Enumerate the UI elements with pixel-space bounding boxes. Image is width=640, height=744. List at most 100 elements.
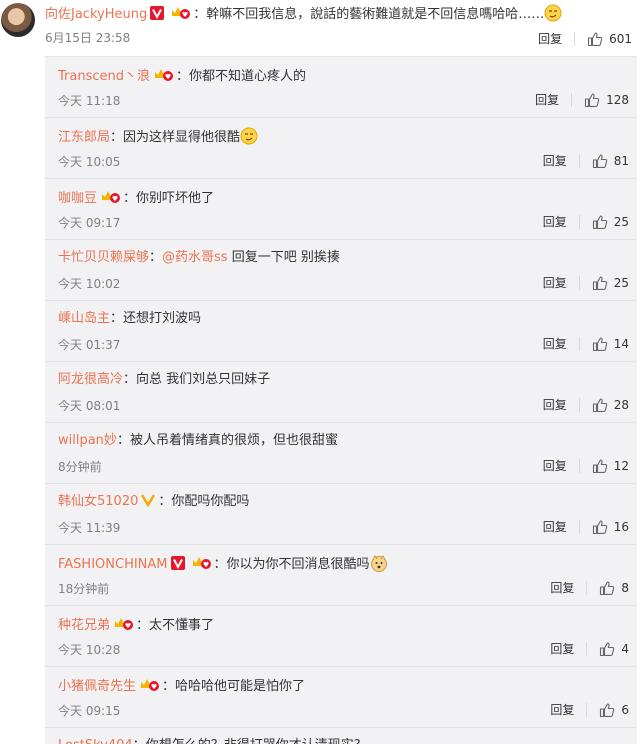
reply-username[interactable]: LostSky404 [58,738,133,744]
reply-button[interactable]: 回复 [535,91,559,108]
reply-line: 卡忙贝贝赖屎够：@药水哥ss 回复一下吧 别挨揍 [58,249,340,267]
replies-thread: Transcend丶浪 ♥ ：你都不知道心疼人的 今天 11:18 回复 128 江东郎局：… [45,56,637,744]
reply-line: Transcend丶浪 ♥ ：你都不知道心疼人的 [58,66,306,88]
reply-colon: ： [123,372,137,387]
reply-button[interactable]: 回复 [543,213,567,230]
reply-item: 咖咖豆 ♥ ：你别吓坏他了 今天 09:17 回复 25 [45,179,637,240]
reply-actions: 回复 16 [543,518,629,535]
reply-time: 今天 10:05 [58,155,121,169]
divider [586,641,588,656]
reply-username[interactable]: FASHIONCHINAM [58,557,168,572]
thumbs-up-icon [592,519,607,534]
like-button[interactable]: 128 [584,92,629,108]
like-button[interactable]: 4 [599,641,629,657]
reply-time: 今天 08:01 [58,399,121,413]
like-button[interactable]: 16 [592,519,629,535]
reply-text: 还想打刘波吗 [123,311,202,326]
reply-username[interactable]: 阿龙很高冷 [58,372,123,387]
reply-actions: 回复 128 [535,91,629,108]
divider [578,275,580,290]
thumbs-up-icon [600,580,615,595]
reply-username[interactable]: 江东郎局 [58,130,110,145]
reply-item: willpan妙：被人吊着情绪真的很烦，但也很甜蜜 8分钟前 回复 12 [45,423,637,484]
like-button[interactable]: 28 [592,397,629,413]
root-like-button[interactable]: 601 [587,31,632,47]
reply-text: 被人吊着情绪真的很烦，但也很甜蜜 [129,433,338,448]
svg-text:♥: ♥ [151,683,157,691]
reply-line: FASHIONCHINAM ♥ ：你以为你不回消息很酷吗 [58,554,388,578]
reply-mention-link[interactable]: @药水哥ss [162,250,228,265]
reply-line: 江东郎局：因为这样显得他很酷 [58,127,258,151]
reply-button[interactable]: 回复 [550,579,574,596]
reply-item: 嵊山岛主：还想打刘波吗 今天 01:37 回复 14 [45,301,637,362]
reply-colon: ： [158,494,172,509]
comment-page: 向佐JackyHeung ♥ ：幹嘛不回我信息，說話的藝術難道就是不回信息嗎哈哈……… [0,0,640,744]
reply-button[interactable]: 回复 [550,640,574,657]
reply-button[interactable]: 回复 [543,274,567,291]
reply-actions: 回复 25 [543,213,629,230]
like-button[interactable]: 6 [599,702,629,718]
like-button[interactable]: 81 [592,153,629,169]
reply-text: 哈哈哈他可能是怕你了 [175,679,306,694]
reply-time: 8分钟前 [58,460,102,474]
reply-button[interactable]: 回复 [550,701,574,718]
reply-time: 今天 11:39 [58,521,121,535]
root-colon: ： [193,7,207,22]
svg-text:♥: ♥ [165,73,171,81]
like-count: 25 [613,275,629,290]
smirk-emoji-icon [544,4,562,28]
divider [578,519,580,534]
reply-username[interactable]: 咖咖豆 [58,191,97,206]
reply-button[interactable]: 回复 [543,152,567,169]
thumbs-up-icon [592,397,607,412]
divider [578,336,580,351]
reply-text: 向总 我们刘总只回妹子 [136,372,271,387]
user-avatar[interactable] [1,3,35,37]
like-count: 6 [621,702,629,717]
like-button[interactable]: 14 [592,336,629,352]
like-count: 16 [613,519,629,534]
reply-actions: 回复 25 [543,274,629,291]
reply-button[interactable]: 回复 [543,335,567,352]
crown-badge-icon: ♥ [191,554,211,576]
thumbs-up-icon [592,458,607,473]
like-count: 14 [613,336,629,351]
like-count: 25 [613,214,629,229]
svg-text:♥: ♥ [112,195,118,203]
reply-text: 你配吗你配吗 [171,494,250,509]
reply-username[interactable]: 韩仙女51020 [58,494,138,509]
thumbs-up-icon [592,336,607,351]
reply-time: 18分钟前 [58,582,110,596]
reply-time: 今天 09:15 [58,704,121,718]
crown-badge-icon: ♥ [100,188,121,210]
root-reply-button[interactable]: 回复 [538,30,562,47]
reply-username[interactable]: willpan妙 [58,433,117,448]
verified-v-gold-icon [141,493,156,513]
crown-badge-icon: ♥ [113,615,134,637]
reply-username[interactable]: 小猪佩奇先生 [58,679,136,694]
reply-line: 种花兄弟 ♥ ：太不懂事了 [58,615,214,637]
like-button[interactable]: 25 [592,275,629,291]
thumbs-up-icon [588,31,603,46]
divider [578,458,580,473]
reply-item: 种花兄弟 ♥ ：太不懂事了 今天 10:28 回复 4 [45,606,637,667]
reply-time: 今天 10:02 [58,277,121,291]
root-username[interactable]: 向佐JackyHeung [45,7,147,22]
reply-colon: ： [176,69,190,84]
svg-text:♥: ♥ [202,561,208,569]
reply-username[interactable]: 嵊山岛主 [58,311,110,326]
reply-colon: ： [110,311,124,326]
like-button[interactable]: 12 [592,458,629,474]
like-button[interactable]: 8 [599,580,629,596]
reply-username[interactable]: Transcend丶浪 [58,69,150,84]
root-comment-line: 向佐JackyHeung ♥ ：幹嘛不回我信息，說話的藝術難道就是不回信息嗎哈哈…… [45,4,562,28]
reply-item: LostSky404：你想怎么的？非得打哭你才认清现实? [45,728,637,744]
reply-username[interactable]: 种花兄弟 [58,618,110,633]
reply-button[interactable]: 回复 [543,457,567,474]
like-button[interactable]: 25 [592,214,629,230]
reply-username[interactable]: 卡忙贝贝赖屎够 [58,250,149,265]
reply-button[interactable]: 回复 [543,518,567,535]
reply-item: 江东郎局：因为这样显得他很酷今天 10:05 回复 81 [45,118,637,179]
reply-item: Transcend丶浪 ♥ ：你都不知道心疼人的 今天 11:18 回复 128 [45,57,637,118]
reply-button[interactable]: 回复 [543,396,567,413]
